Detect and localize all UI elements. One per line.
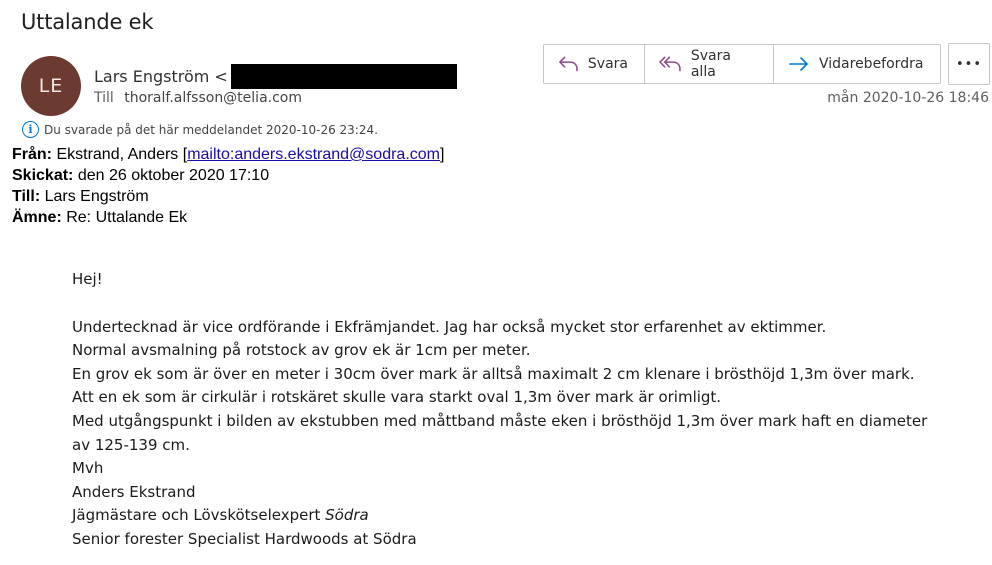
quoted-header: Från: Ekstrand, Anders [mailto:anders.ek… [12, 144, 444, 228]
body-line: av 125-139 cm. [72, 435, 190, 454]
quoted-from-row: Från: Ekstrand, Anders [mailto:anders.ek… [12, 144, 444, 165]
closing: Mvh [72, 459, 104, 478]
email-subject: Uttalande ek [21, 10, 154, 34]
from-value: Ekstrand, Anders [ [52, 146, 188, 163]
reply-all-icon [659, 56, 681, 72]
subject-value: Re: Uttalande Ek [61, 209, 188, 226]
reply-icon [559, 56, 578, 72]
recipient-line: Till thoralf.alfsson@telia.com [94, 90, 302, 106]
subject-label: Ämne: [12, 209, 62, 226]
greeting: Hej! [72, 270, 103, 288]
body-line: Undertecknad är vice ordförande i Ekfräm… [72, 317, 827, 336]
recipient-address[interactable]: thoralf.alfsson@telia.com [124, 90, 302, 106]
message-body: Hej! Undertecknad är vice ordförande i E… [72, 268, 952, 552]
body-line: En grov ek som är över en meter i 30cm ö… [72, 364, 915, 383]
info-icon: i [22, 121, 39, 138]
signature-name: Anders Ekstrand [72, 482, 196, 501]
notice-text: Du svarade på det här meddelandet 2020-1… [44, 122, 378, 137]
mailto-link[interactable]: mailto:anders.ekstrand@sodra.com [187, 146, 440, 163]
body-line: Att en ek som är cirkulär i rotskäret sk… [72, 388, 722, 407]
forward-button[interactable]: Vidarebefordra [774, 45, 940, 83]
sender-name[interactable]: Lars Engström < [94, 67, 228, 86]
message-date: mån 2020-10-26 18:46 [827, 90, 989, 106]
forward-label: Vidarebefordra [819, 56, 924, 72]
forward-arrow-icon [789, 57, 808, 71]
reply-button[interactable]: Svara [544, 45, 645, 83]
body-line: Med utgångspunkt i bilden av ekstubben m… [72, 411, 928, 430]
sent-label: Skickat: [12, 167, 74, 184]
sender-line: Lars Engström < [94, 64, 457, 89]
more-actions-button[interactable]: ••• [948, 43, 990, 85]
quoted-to-row: Till: Lars Engström [12, 186, 444, 207]
signature-org: Södra [325, 506, 369, 525]
to-value-quoted: Lars Engström [40, 188, 149, 205]
replied-notice: i Du svarade på det här meddelandet 2020… [22, 121, 378, 138]
avatar[interactable]: LE [21, 56, 81, 116]
message-actions: Svara Svara alla Vidarebefordra [543, 44, 941, 84]
from-label: Från: [12, 146, 52, 163]
from-end: ] [439, 146, 445, 163]
reply-all-label: Svara alla [690, 48, 731, 80]
signature-title-row: Jägmästare och Lövskötselexpert Södra [72, 504, 952, 528]
quoted-subject-row: Ämne: Re: Uttalande Ek [12, 207, 444, 228]
ellipsis-icon: ••• [955, 56, 982, 72]
to-label-quoted: Till: [12, 188, 41, 205]
reply-label: Svara [587, 56, 628, 72]
body-line: Normal avsmalning på rotstock av grov ek… [72, 341, 531, 360]
redaction-bar [230, 64, 457, 89]
signature-english: Senior forester Specialist Hardwoods at … [72, 529, 417, 548]
signature-title: Jägmästare och Lövskötselexpert [72, 506, 326, 525]
sent-value: den 26 oktober 2020 17:10 [73, 167, 270, 184]
reply-all-button[interactable]: Svara alla [645, 45, 774, 83]
to-label: Till [94, 90, 114, 106]
quoted-sent-row: Skickat: den 26 oktober 2020 17:10 [12, 165, 444, 186]
